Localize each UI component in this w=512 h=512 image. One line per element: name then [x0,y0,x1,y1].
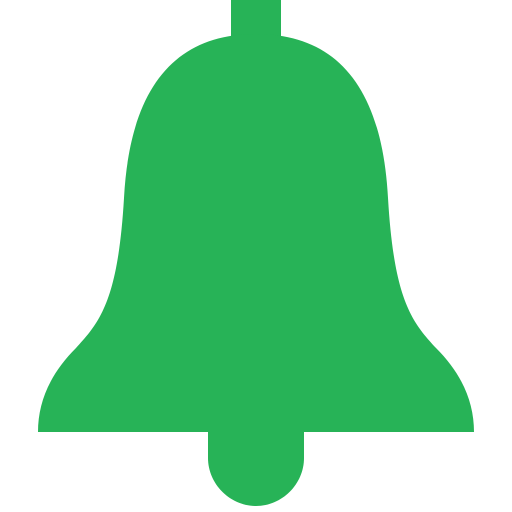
bell-clapper [208,432,304,506]
bell-icon [38,0,474,506]
icon-canvas [0,0,512,512]
bell-hanger [231,0,281,36]
bell-body [38,34,474,432]
